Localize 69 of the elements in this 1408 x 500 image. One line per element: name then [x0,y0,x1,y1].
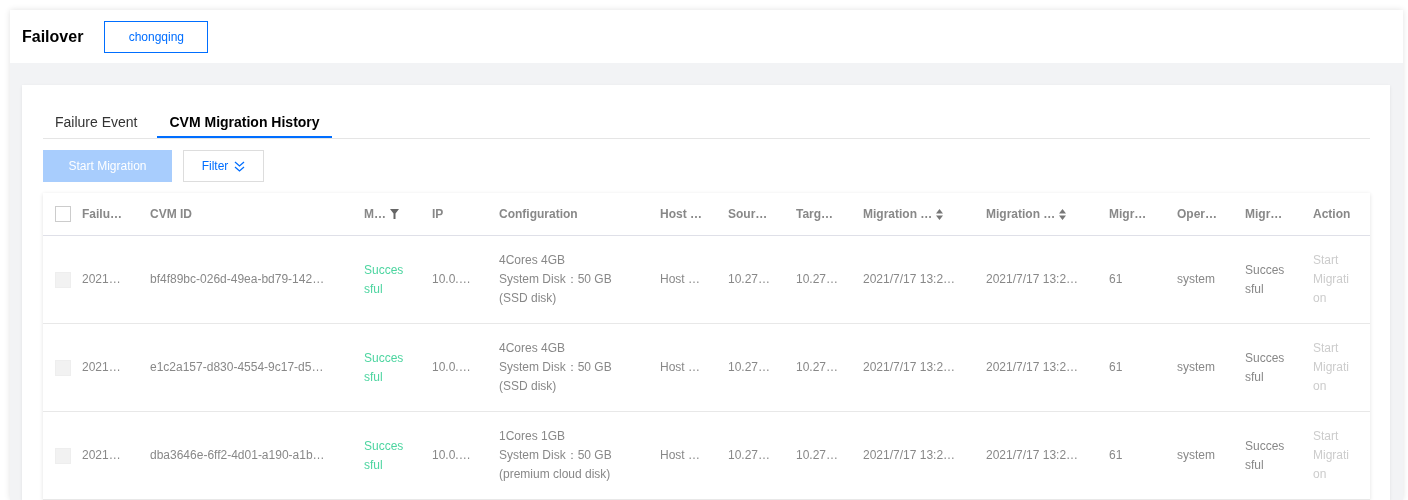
table-cell-text: 2021… [82,359,122,376]
table-cell-text: Host … [660,447,701,464]
column-header: Migr… [1109,207,1147,221]
table-cell-text: 10.27… [796,447,840,464]
table-cell-text: 2021/7/17 13:2… [863,359,957,376]
column-header: IP [432,207,444,221]
table-cell-text: 10.27… [728,447,772,464]
table-cell-text: 2021/7/17 13:2… [986,359,1080,376]
page-title: Failover [22,27,84,46]
column-header: Migration … [986,207,1056,221]
table-cell-text: 2021/7/17 13:2… [986,447,1080,464]
column-header: Action [1313,207,1351,221]
column-header: Failu… [82,207,122,221]
configuration-line: 4Cores 4GB [499,340,567,357]
table-cell-text: system [1177,447,1216,464]
table-cell-text: 2021… [82,271,122,288]
table-cell-text: system [1177,271,1216,288]
table-cell-text: system [1177,359,1216,376]
filter-icon[interactable] [390,209,399,219]
table-cell-text: 10.27… [728,271,772,288]
table-cell-text: e1c2a157-d830-4554-9c17-d5… [150,359,325,376]
double-chevron-icon [234,160,246,172]
table-cell-text: 61 [1109,447,1124,464]
table-cell-text: Host … [660,271,701,288]
table-cell-text: 10.0.… [432,359,472,376]
column-header: Configuration [499,207,578,221]
status-text: Successful [364,261,405,298]
configuration-line: 1Cores 1GB [499,428,567,445]
column-header: CVM ID [150,207,192,221]
region-selector[interactable]: chongqing [104,20,209,53]
table-cell-text: Successful [1245,437,1286,474]
configuration-line: (SSD disk) [499,378,558,395]
table-cell-text: 10.27… [796,271,840,288]
column-header: Host … [660,207,702,221]
table-cell-text: 61 [1109,359,1124,376]
table-cell-text: Successful [1245,349,1286,386]
configuration-line: System Disk：50 GB [499,447,613,464]
table-cell-text: 2021/7/17 13:2… [986,271,1080,288]
table-cell-text: dba3646e-6ff2-4d01-a190-a1b… [150,447,326,464]
tab[interactable]: Failure Event [43,107,150,138]
configuration-line: 4Cores 4GB [499,252,567,269]
tab[interactable]: CVM Migration History [157,107,332,138]
configuration-line: System Disk：50 GB [499,271,613,288]
configuration-line: System Disk：50 GB [499,359,613,376]
table-cell-text: 10.27… [728,359,772,376]
table-cell-text: 61 [1109,271,1124,288]
status-text: Successful [364,437,405,474]
column-header: Sour… [728,207,768,221]
column-header: Migration … [863,207,933,221]
configuration-line: (SSD disk) [499,290,558,307]
select-all-checkbox[interactable] [55,206,71,222]
filter-button[interactable]: Filter [183,150,264,182]
sort-icon[interactable] [1059,208,1067,220]
status-text: Successful [364,349,405,386]
sort-icon[interactable] [936,208,944,220]
column-header: Targ… [796,207,834,221]
table-cell-text: Host … [660,359,701,376]
column-header: M… [364,207,386,221]
table-cell-text: 2021/7/17 13:2… [863,447,957,464]
table-cell-text: 2021… [82,447,122,464]
table-cell-text: 10.0.… [432,271,472,288]
table-cell-text: 10.0.… [432,447,472,464]
column-header: Oper… [1177,207,1217,221]
column-header: Migr… [1245,207,1283,221]
table-cell-text: 10.27… [796,359,840,376]
table-cell-text: Successful [1245,261,1286,298]
table-cell-text: bf4f89bc-026d-49ea-bd79-142… [150,271,326,288]
table-cell-text: 2021/7/17 13:2… [863,271,957,288]
configuration-line: (premium cloud disk) [499,466,612,483]
